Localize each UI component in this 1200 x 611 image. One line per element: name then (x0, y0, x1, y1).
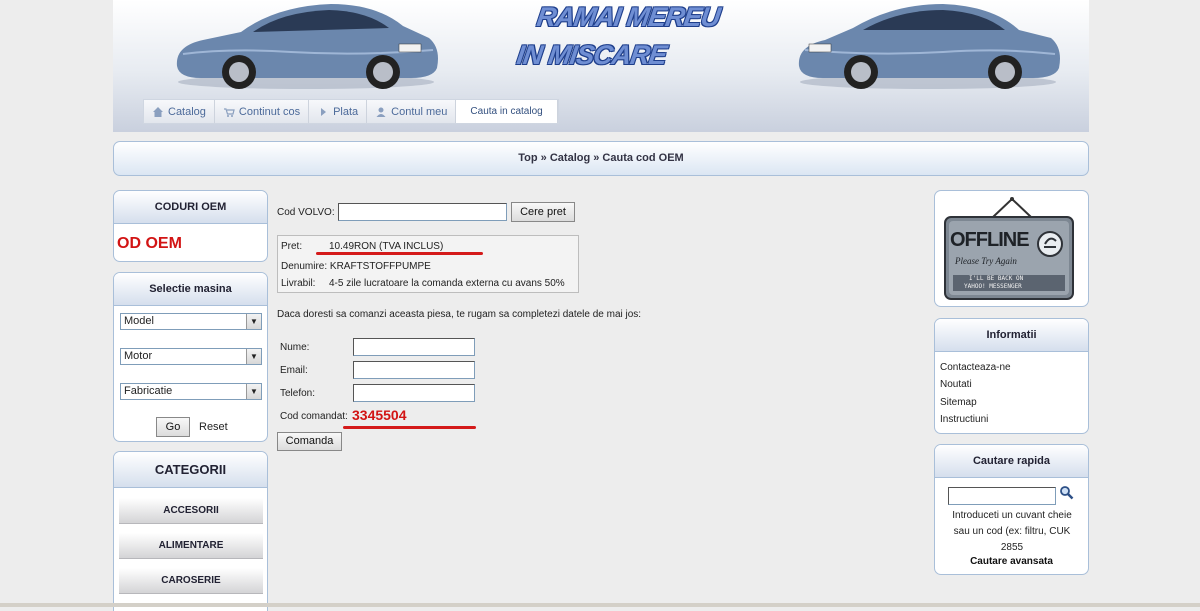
site-wrapper: RAMAI MEREU IN MISCARE Catalog Continut … (113, 0, 1089, 611)
oem-codes-box: CODURI OEM OD OEM (113, 190, 268, 262)
user-icon (376, 107, 386, 117)
email-input[interactable] (353, 361, 475, 379)
cod-comandat-label: Cod comandat: (280, 411, 348, 422)
nav-label: Continut cos (238, 105, 301, 118)
category-alimentare[interactable]: ALIMENTARE (119, 533, 263, 559)
motor-select[interactable]: Motor ▼ (120, 348, 262, 365)
cod-underline-mark (343, 426, 476, 429)
oem-scrolling-banner[interactable]: OD OEM (117, 235, 182, 253)
quick-search-box: Cautare rapida Introduceti un cuvant che… (934, 444, 1089, 575)
nume-label: Nume: (280, 342, 310, 353)
nav-label: Catalog (168, 105, 206, 118)
select-value: Motor (124, 350, 153, 362)
car-left-image (176, 4, 438, 89)
email-label: Email: (280, 365, 308, 376)
quick-search-title: Cautare rapida (935, 445, 1088, 478)
link-sitemap[interactable]: Sitemap (940, 397, 977, 408)
advanced-search-link[interactable]: Cautare avansata (935, 556, 1088, 567)
header-banner: RAMAI MEREU IN MISCARE Catalog Continut … (113, 0, 1089, 132)
go-button[interactable]: Go (156, 417, 190, 437)
pret-label: Pret: (281, 241, 303, 252)
comanda-button[interactable]: Comanda (277, 432, 342, 451)
order-intro-text: Daca doresti sa comanzi aceasta piesa, t… (277, 309, 642, 320)
breadcrumb[interactable]: Top » Catalog » Cauta cod OEM (113, 141, 1089, 176)
arrow-right-icon (321, 107, 327, 116)
pret-value: 10.49RON (TVA INCLUS) (329, 241, 444, 252)
telefon-input[interactable] (353, 384, 475, 402)
nav-continut-cos[interactable]: Continut cos (214, 100, 310, 123)
select-value: Fabricatie (124, 385, 173, 397)
chevron-down-icon: ▼ (246, 349, 261, 364)
livrabil-value: 4-5 zile lucratoare la comanda externa c… (329, 278, 565, 289)
slogan-line-1: RAMAI MEREU (534, 2, 722, 32)
car-selection-title: Selectie masina (114, 273, 267, 306)
info-title: Informatii (935, 319, 1088, 352)
reset-link[interactable]: Reset (199, 421, 228, 433)
search-hint-text: Introduceti un cuvant cheie sau un cod (… (952, 510, 1072, 553)
nav-contul-meu[interactable]: Contul meu (367, 100, 457, 123)
nav-plata[interactable]: Plata (309, 100, 368, 123)
oem-codes-title: CODURI OEM (114, 191, 267, 224)
nav-label: Plata (333, 105, 359, 118)
nume-input[interactable] (353, 338, 475, 356)
slogan-line-2: IN MISCARE (514, 40, 669, 70)
horizontal-scrollbar[interactable] (0, 603, 1200, 607)
chevron-down-icon: ▼ (246, 314, 261, 329)
info-box: Informatii Contacteaza-ne Noutati Sitema… (934, 318, 1089, 434)
car-selection-box: Selectie masina Model ▼ Motor ▼ Fabricat… (113, 272, 268, 442)
telefon-label: Telefon: (280, 388, 316, 399)
categories-title: CATEGORII (114, 452, 267, 488)
main-content: Cod VOLVO: Cere pret Pret: 10.49RON (TVA… (277, 190, 927, 490)
chevron-down-icon: ▼ (246, 384, 261, 399)
quick-search-input[interactable] (948, 487, 1056, 505)
category-caroserie[interactable]: CAROSERIE (119, 568, 263, 594)
cere-pret-button[interactable]: Cere pret (511, 202, 575, 222)
offline-message-2: YAHOO! MESSENGER (964, 283, 1022, 290)
category-accesorii[interactable]: ACCESORII (119, 498, 263, 524)
cart-icon (223, 107, 235, 117)
cod-comandat-value: 3345504 (352, 407, 407, 423)
home-icon (153, 106, 163, 117)
nav-label: Contul meu (391, 105, 448, 118)
car-right-image (798, 4, 1060, 89)
offline-message-1: I'LL BE BACK ON (969, 275, 1024, 282)
cod-volvo-label: Cod VOLVO: (277, 207, 335, 218)
nav-catalog[interactable]: Catalog (144, 100, 215, 123)
fabricatie-select[interactable]: Fabricatie ▼ (120, 383, 262, 400)
nav-cauta-in-catalog[interactable]: Cauta in catalog (456, 100, 558, 123)
denumire-text: Denumire: KRAFTSTOFFPUMPE (281, 261, 431, 272)
offline-word: OFFLINE (950, 229, 1030, 251)
select-value: Model (124, 315, 154, 327)
livrabil-label: Livrabil: (281, 278, 316, 289)
model-select[interactable]: Model ▼ (120, 313, 262, 330)
link-noutati[interactable]: Noutati (940, 379, 972, 390)
top-navigation: Catalog Continut cos Plata Contul meu Ca… (143, 99, 559, 124)
search-icon[interactable] (1059, 485, 1074, 500)
offline-subtitle: Please Try Again (955, 256, 1017, 266)
messenger-status-box[interactable]: OFFLINE Please Try Again I'LL BE BACK ON… (934, 190, 1089, 307)
link-instructiuni[interactable]: Instructiuni (940, 414, 988, 425)
categories-box: CATEGORII ACCESORII ALIMENTARE CAROSERIE (113, 451, 268, 611)
price-info-box: Pret: 10.49RON (TVA INCLUS) Denumire: KR… (277, 235, 579, 293)
price-underline-mark (316, 252, 483, 255)
nav-label: Cauta in catalog (470, 106, 543, 117)
link-contacteaza[interactable]: Contacteaza-ne (940, 362, 1011, 373)
cod-volvo-input[interactable] (338, 203, 507, 221)
